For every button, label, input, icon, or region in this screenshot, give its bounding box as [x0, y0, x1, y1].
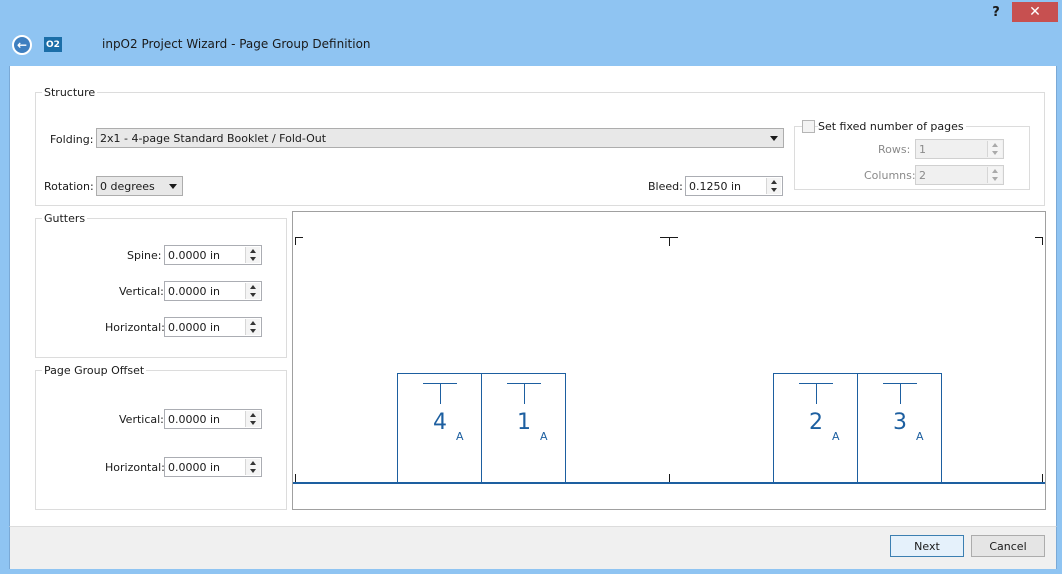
page-side: A [832, 430, 840, 443]
spine-value: 0.0000 in [168, 248, 221, 262]
app-logo: O2 [44, 37, 62, 52]
gutter-horizontal-label: Horizontal: [105, 321, 165, 334]
rotation-value: 0 degrees [100, 179, 155, 193]
offset-horizontal-label: Horizontal: [105, 461, 165, 474]
spine-label: Spine: [127, 249, 162, 262]
help-button[interactable]: ? [985, 2, 1007, 22]
page-thumbnail[interactable]: 3 A [857, 373, 942, 483]
offset-horizontal-value: 0.0000 in [168, 460, 221, 474]
crop-mark [295, 237, 303, 238]
chevron-down-icon [770, 136, 778, 141]
spin-arrows-icon[interactable] [245, 247, 260, 263]
crop-mark [669, 237, 670, 246]
folding-value: 2x1 - 4-page Standard Booklet / Fold-Out [100, 131, 327, 145]
wizard-footer: Next Cancel [9, 526, 1057, 569]
page-side: A [456, 430, 464, 443]
title-bar: ? ✕ ← O2 inpO2 Project Wizard - Page Gro… [0, 0, 1062, 66]
folding-label: Folding: [50, 133, 94, 146]
gutter-horizontal-value: 0.0000 in [168, 320, 221, 334]
page-thumbnail[interactable]: 2 A [773, 373, 858, 483]
gutter-horizontal-stepper[interactable]: 0.0000 in [164, 317, 262, 337]
bleed-stepper[interactable]: 0.1250 in [685, 176, 783, 196]
window-title: inpO2 Project Wizard - Page Group Defini… [102, 37, 371, 51]
page-number: 3 [893, 410, 907, 435]
gutter-vertical-stepper[interactable]: 0.0000 in [164, 281, 262, 301]
fixed-pages-label[interactable]: Set fixed number of pages [818, 120, 966, 133]
crop-mark [1042, 237, 1043, 245]
cancel-button[interactable]: Cancel [971, 535, 1045, 557]
page-side: A [916, 430, 924, 443]
head-mark [900, 383, 901, 404]
spin-arrows-icon[interactable] [245, 411, 260, 427]
page-number: 2 [809, 410, 823, 435]
spin-arrows-icon[interactable] [245, 459, 260, 475]
head-mark [440, 383, 441, 404]
gutters-legend: Gutters [42, 212, 88, 225]
back-arrow-icon[interactable]: ← [12, 35, 32, 55]
head-mark [816, 383, 817, 404]
offset-vertical-value: 0.0000 in [168, 412, 221, 426]
close-button[interactable]: ✕ [1012, 2, 1058, 22]
rows-label: Rows: [878, 143, 911, 156]
bleed-value: 0.1250 in [689, 179, 742, 193]
crop-mark [295, 237, 296, 245]
rotation-select[interactable]: 0 degrees [96, 176, 183, 196]
chevron-down-icon [169, 184, 177, 189]
offset-vertical-stepper[interactable]: 0.0000 in [164, 409, 262, 429]
crop-mark [295, 474, 296, 482]
gutter-vertical-value: 0.0000 in [168, 284, 221, 298]
columns-value: 2 [919, 168, 926, 182]
structure-legend: Structure [42, 86, 98, 99]
fixed-pages-checkbox[interactable] [802, 120, 815, 133]
folding-select[interactable]: 2x1 - 4-page Standard Booklet / Fold-Out [96, 128, 784, 148]
columns-label: Columns: [864, 169, 916, 182]
page-thumbnail[interactable]: 1 A [481, 373, 566, 483]
columns-stepper[interactable]: 2 [915, 165, 1004, 185]
offset-group: Page Group Offset [35, 364, 287, 510]
offset-vertical-label: Vertical: [119, 413, 164, 426]
gutter-vertical-label: Vertical: [119, 285, 164, 298]
offset-horizontal-stepper[interactable]: 0.0000 in [164, 457, 262, 477]
spin-arrows-icon[interactable] [245, 319, 260, 335]
rows-value: 1 [919, 142, 926, 156]
crop-mark [1042, 474, 1043, 482]
layout-preview: 4 A 1 A 2 A 3 A [292, 211, 1046, 510]
page-number: 1 [517, 410, 531, 435]
bleed-label: Bleed: [648, 180, 683, 193]
rows-stepper[interactable]: 1 [915, 139, 1004, 159]
offset-legend: Page Group Offset [42, 364, 147, 377]
page-number: 4 [433, 410, 447, 435]
next-button[interactable]: Next [890, 535, 964, 557]
spin-arrows-icon[interactable] [766, 178, 781, 194]
crop-mark [669, 474, 670, 482]
page-thumbnail[interactable]: 4 A [397, 373, 482, 483]
wizard-content: Structure Folding: 2x1 - 4-page Standard… [9, 66, 1057, 526]
spin-arrows-icon[interactable] [245, 283, 260, 299]
rotation-label: Rotation: [44, 180, 94, 193]
spin-arrows-icon[interactable] [987, 167, 1002, 183]
page-side: A [540, 430, 548, 443]
spine-stepper[interactable]: 0.0000 in [164, 245, 262, 265]
head-mark [524, 383, 525, 404]
spin-arrows-icon[interactable] [987, 141, 1002, 157]
